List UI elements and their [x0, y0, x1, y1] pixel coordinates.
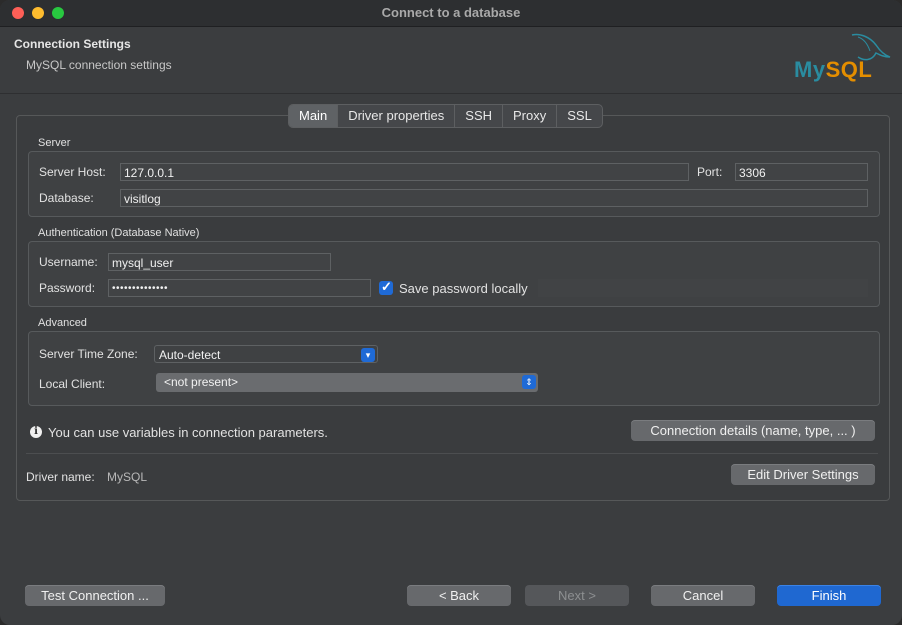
advanced-group: [28, 331, 880, 406]
save-password-checkbox[interactable]: [379, 279, 393, 295]
database-label: Database:: [39, 191, 94, 205]
server-host-label: Server Host:: [39, 165, 106, 179]
local-client-label: Local Client:: [39, 377, 106, 391]
username-label: Username:: [39, 255, 98, 269]
info-icon: i: [30, 426, 42, 438]
tab-driver-properties[interactable]: Driver properties: [338, 105, 456, 127]
title-bar: Connect to a database: [0, 0, 902, 27]
mysql-logo: MySQL: [794, 57, 873, 82]
divider: [26, 453, 878, 454]
save-password-row-bg: [538, 279, 868, 297]
tab-ssh[interactable]: SSH: [455, 105, 504, 127]
local-client-select[interactable]: <not present> ⇕: [156, 373, 538, 392]
timezone-value: Auto-detect: [159, 348, 221, 362]
cancel-button[interactable]: Cancel: [651, 585, 755, 606]
timezone-select[interactable]: Auto-detect ▾: [154, 345, 378, 363]
next-button[interactable]: Next >: [525, 585, 629, 606]
port-label: Port:: [697, 165, 723, 179]
database-input[interactable]: visitlog: [120, 189, 868, 207]
edit-driver-settings-button[interactable]: Edit Driver Settings: [731, 464, 875, 485]
finish-button[interactable]: Finish: [777, 585, 881, 606]
local-client-value: <not present>: [164, 375, 239, 389]
back-button[interactable]: < Back: [407, 585, 511, 606]
chevron-updown-icon: ⇕: [522, 375, 536, 389]
test-connection-button[interactable]: Test Connection ...: [25, 585, 165, 606]
driver-name-label: Driver name:: [26, 470, 95, 484]
server-group-label: Server: [38, 137, 71, 149]
password-label: Password:: [39, 281, 96, 295]
username-input[interactable]: mysql_user: [108, 253, 331, 271]
tab-ssl[interactable]: SSL: [557, 105, 602, 127]
advanced-group-label: Advanced: [38, 317, 87, 329]
driver-name-value: MySQL: [107, 470, 148, 484]
dialog-header: Connection Settings MySQL connection set…: [0, 27, 902, 94]
window-title: Connect to a database: [381, 5, 521, 20]
dialog-window: Connect to a database Connection Setting…: [0, 0, 902, 625]
page-title: Connection Settings: [14, 37, 131, 51]
save-password-label[interactable]: Save password locally: [399, 281, 528, 296]
port-input[interactable]: 3306: [735, 163, 868, 181]
timezone-label: Server Time Zone:: [39, 347, 138, 361]
page-subtitle: MySQL connection settings: [26, 58, 172, 72]
connection-details-button[interactable]: Connection details (name, type, ... ): [631, 420, 875, 441]
tab-main[interactable]: Main: [289, 105, 339, 127]
chevron-down-icon: ▾: [361, 348, 375, 362]
settings-tabs: Main Driver properties SSH Proxy SSL: [288, 104, 603, 128]
variables-info-text: You can use variables in connection para…: [48, 425, 328, 440]
server-host-input[interactable]: 127.0.0.1: [120, 163, 689, 181]
password-input[interactable]: ••••••••••••••: [108, 279, 371, 297]
tab-proxy[interactable]: Proxy: [503, 105, 558, 127]
auth-group-label: Authentication (Database Native): [38, 227, 200, 239]
